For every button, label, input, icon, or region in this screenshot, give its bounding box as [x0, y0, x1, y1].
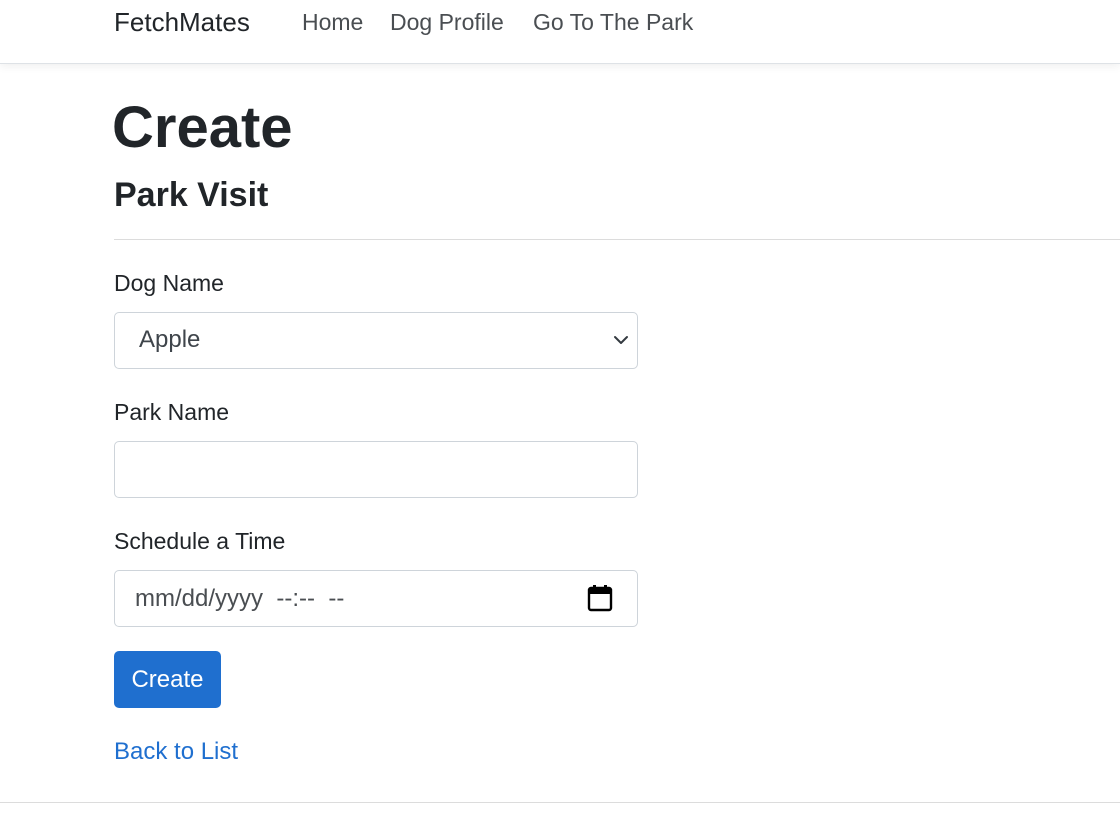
schedule-time-label: Schedule a Time: [114, 528, 286, 554]
schedule-time-input[interactable]: mm/dd/yyyy --:-- --: [114, 570, 638, 627]
section-divider: [114, 239, 1120, 240]
nav-link-go-to-the-park[interactable]: Go To The Park: [533, 5, 693, 39]
park-name-label: Park Name: [114, 399, 230, 425]
create-button[interactable]: Create: [114, 651, 221, 708]
page-title: Create: [112, 95, 293, 160]
calendar-icon[interactable]: [587, 584, 613, 612]
dog-name-select[interactable]: Apple: [114, 312, 638, 369]
nav-link-dog-profile[interactable]: Dog Profile: [390, 5, 504, 39]
page-subtitle: Park Visit: [114, 176, 269, 214]
brand-link[interactable]: FetchMates: [114, 4, 250, 40]
nav-link-home[interactable]: Home: [302, 5, 363, 39]
top-navbar: FetchMates Home Dog Profile Go To The Pa…: [0, 0, 1120, 64]
dog-name-label: Dog Name: [114, 270, 224, 296]
back-to-list-link[interactable]: Back to List: [114, 736, 238, 768]
footer-divider: [0, 802, 1120, 803]
schedule-time-placeholder: mm/dd/yyyy --:-- --: [135, 585, 345, 612]
dog-name-selected-value: Apple: [139, 326, 201, 353]
chevron-down-icon: [613, 332, 629, 348]
park-name-input[interactable]: [114, 441, 638, 498]
